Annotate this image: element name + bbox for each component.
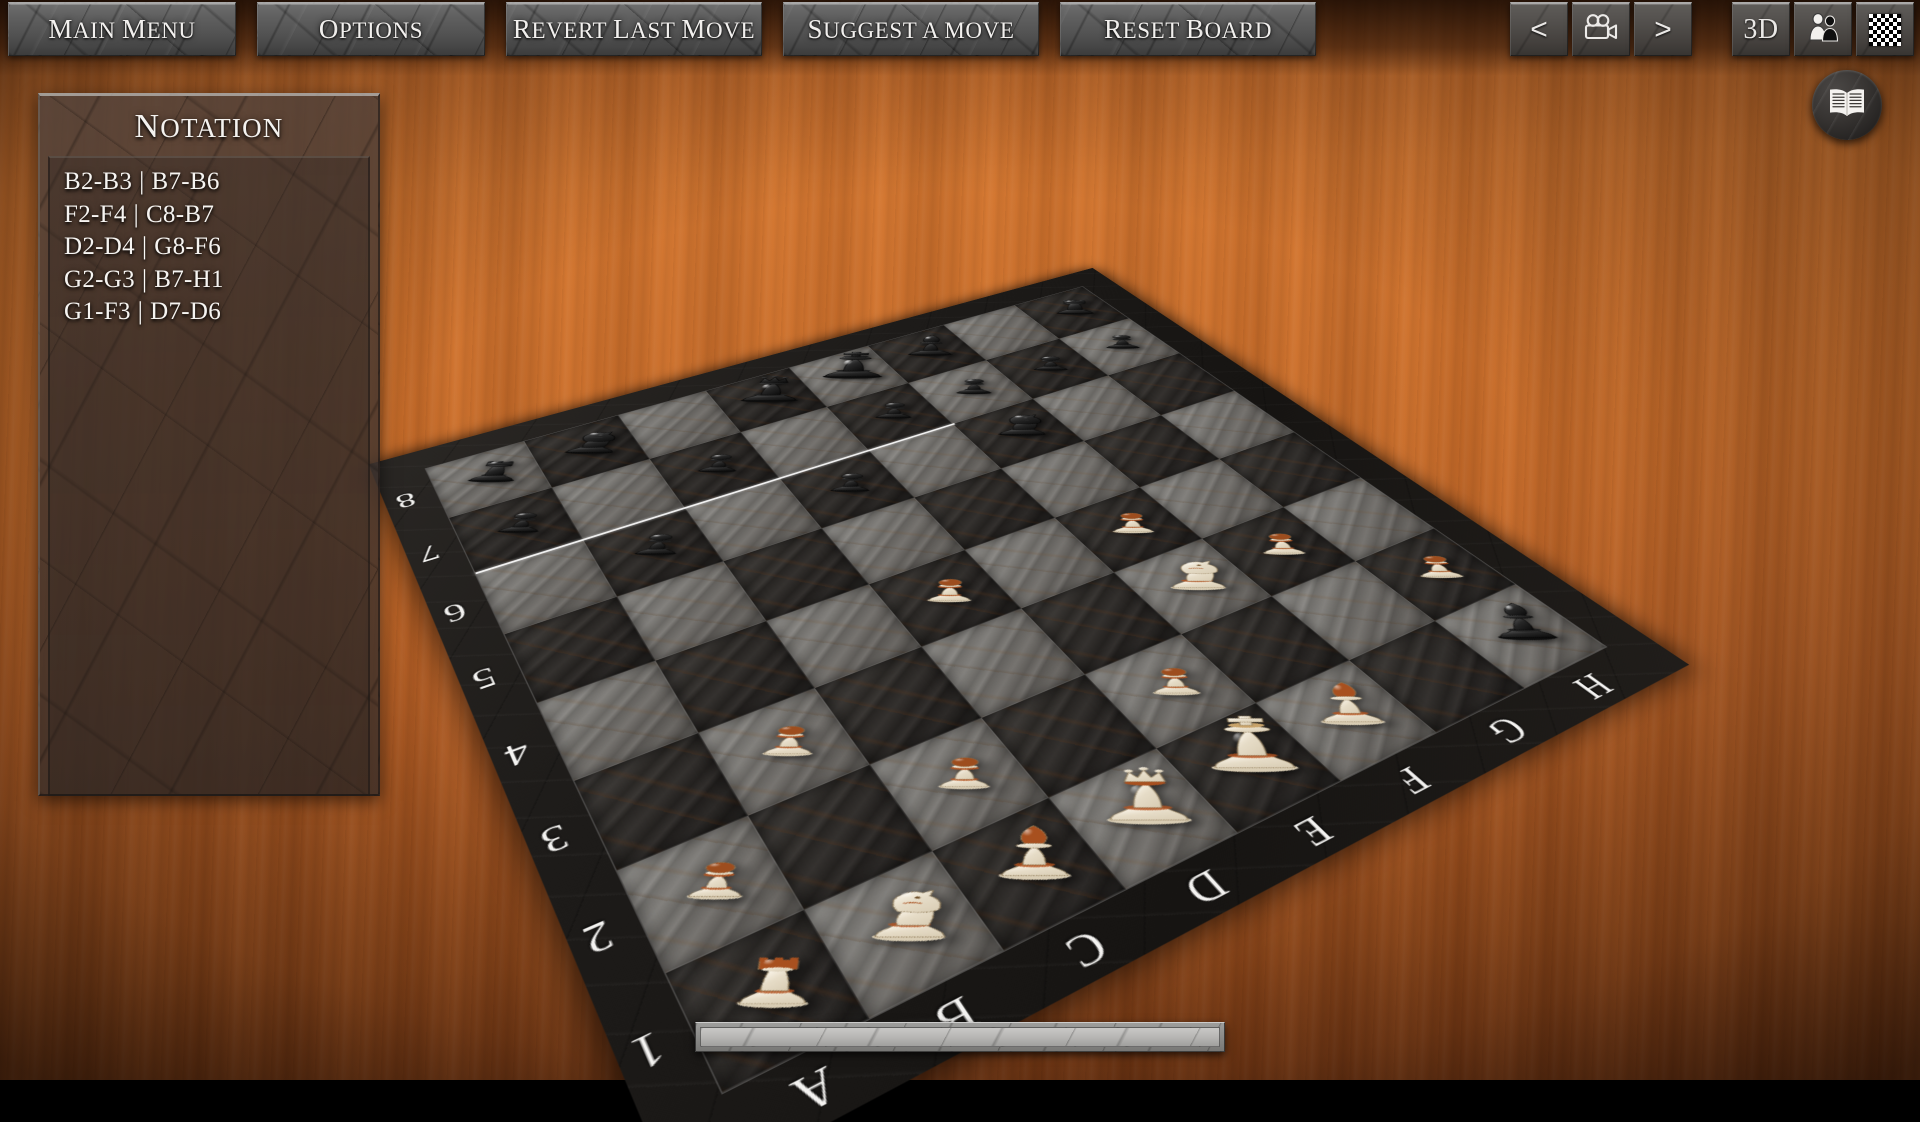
piece-billboard [1098,331,1146,349]
board-square-f3[interactable] [1115,539,1271,634]
white-move: G2-G3 [64,266,135,293]
board-square-g2[interactable] [1271,561,1435,660]
board-square-d4[interactable] [869,550,1022,647]
notation-move-row[interactable]: G2-G3|B7-H1 [64,266,356,295]
board-square-b5[interactable] [617,561,766,660]
previous-move-arrow-icon: < [1530,15,1548,45]
checkerboard-icon [1869,14,1901,46]
move-separator: | [135,233,154,262]
piece-billboard [557,427,631,454]
black-move: D7-D6 [150,298,221,325]
board-square-d2[interactable] [981,674,1156,797]
move-separator: | [127,201,146,230]
piece-billboard [823,468,880,492]
reset-board-label: RESET BOARD [1104,16,1272,43]
camera-view-button[interactable] [1572,2,1630,56]
notation-move-row[interactable]: D2-D4|G8-F6 [64,233,356,262]
notation-move-list[interactable]: B2-B3|B7-B6F2-F4|C8-B7D2-D4|G8-F6G2-G3|B… [48,156,370,796]
camera-icon [1584,14,1618,45]
board-square-e3[interactable] [1021,573,1181,675]
board-square-b3[interactable] [699,688,869,815]
revert-last-move-label: REVERT LAST MOVE [513,16,755,43]
top-toolbar: MAIN MENU OPTIONS REVERT LAST MOVE SUGGE… [0,0,1920,62]
piece-billboard [900,333,962,356]
next-move-button[interactable]: > [1634,2,1692,56]
piece-billboard [1027,352,1075,371]
main-menu-button[interactable]: MAIN MENU [8,2,236,56]
piece-billboard [626,528,692,556]
board-square-e2[interactable] [1085,634,1256,749]
piece-billboard [1249,528,1313,556]
piece-billboard [733,373,811,402]
white-move: D2-D4 [64,233,135,260]
options-button[interactable]: OPTIONS [257,2,485,56]
square-gridline [981,674,1156,797]
reset-board-button[interactable]: RESET BOARD [1060,2,1316,56]
board-square-d3[interactable] [922,609,1085,718]
black-move: B7-B6 [152,168,220,195]
piece-billboard [1050,296,1101,314]
notation-panel: NOTATION B2-B3|B7-B6F2-F4|C8-B7D2-D4|G8-… [38,93,380,796]
white-move: F2-F4 [64,201,127,228]
square-gridline [814,647,981,764]
board-square-c3[interactable] [814,647,981,764]
board-square-f2[interactable] [1181,596,1348,702]
board-square-b4[interactable] [656,621,815,733]
status-bar-text [700,1027,1220,1047]
square-gridline [656,621,815,733]
square-gridline [869,718,1048,852]
black-move: C8-B7 [146,201,214,228]
white-move: B2-B3 [64,168,132,195]
options-label: OPTIONS [319,16,423,43]
view-3d-label: 3D [1743,14,1778,46]
board-square-b2[interactable] [748,765,931,910]
square-gridline [1085,634,1256,749]
main-menu-label: MAIN MENU [48,16,195,43]
notation-move-row[interactable]: F2-F4|C8-B7 [64,201,356,230]
players-button[interactable] [1794,2,1852,56]
view-3d-toggle-button[interactable]: 3D [1732,2,1790,56]
board-square-c2[interactable] [869,718,1048,852]
square-gridline [869,550,1022,647]
square-gridline [766,584,922,688]
suggest-a-move-button[interactable]: SUGGEST A MOVE [783,2,1039,56]
next-move-arrow-icon: > [1654,15,1672,45]
square-gridline [1271,561,1435,660]
square-gridline [748,765,931,910]
move-separator: | [135,266,154,295]
board-square-a6[interactable] [475,539,617,634]
black-move: G8-F6 [154,233,221,260]
notation-move-row[interactable]: G1-F3|D7-D6 [64,298,356,327]
white-move: G1-F3 [64,298,131,325]
square-gridline [1115,539,1271,634]
square-gridline [1181,596,1348,702]
piece-billboard [950,375,998,395]
revert-last-move-button[interactable]: REVERT LAST MOVE [506,2,762,56]
notation-title: NOTATION [48,102,370,156]
piece-billboard [489,507,557,533]
board-square-c4[interactable] [766,584,922,688]
two-pawns-players-icon [1805,12,1841,47]
piece-billboard [815,349,893,378]
notation-move-row[interactable]: B2-B3|B7-B6 [64,168,356,197]
square-gridline [922,609,1085,718]
piece-billboard [1103,507,1162,533]
square-gridline [617,561,766,660]
help-book-button[interactable] [1812,70,1882,140]
square-gridline [475,539,617,634]
move-separator: | [131,298,150,327]
black-move: B7-H1 [154,266,224,293]
status-bar[interactable] [695,1022,1225,1052]
toolbar-icon-group: < > 3D [1506,0,1914,56]
suggest-a-move-label: SUGGEST A MOVE [807,16,1014,43]
square-gridline [1021,573,1181,675]
piece-billboard [991,410,1053,436]
open-book-icon [1826,86,1868,125]
previous-move-button[interactable]: < [1510,2,1568,56]
piece-billboard [690,449,749,472]
board-style-button[interactable] [1856,2,1914,56]
square-gridline [699,688,869,815]
move-separator: | [132,168,151,197]
piece-billboard [868,398,920,419]
